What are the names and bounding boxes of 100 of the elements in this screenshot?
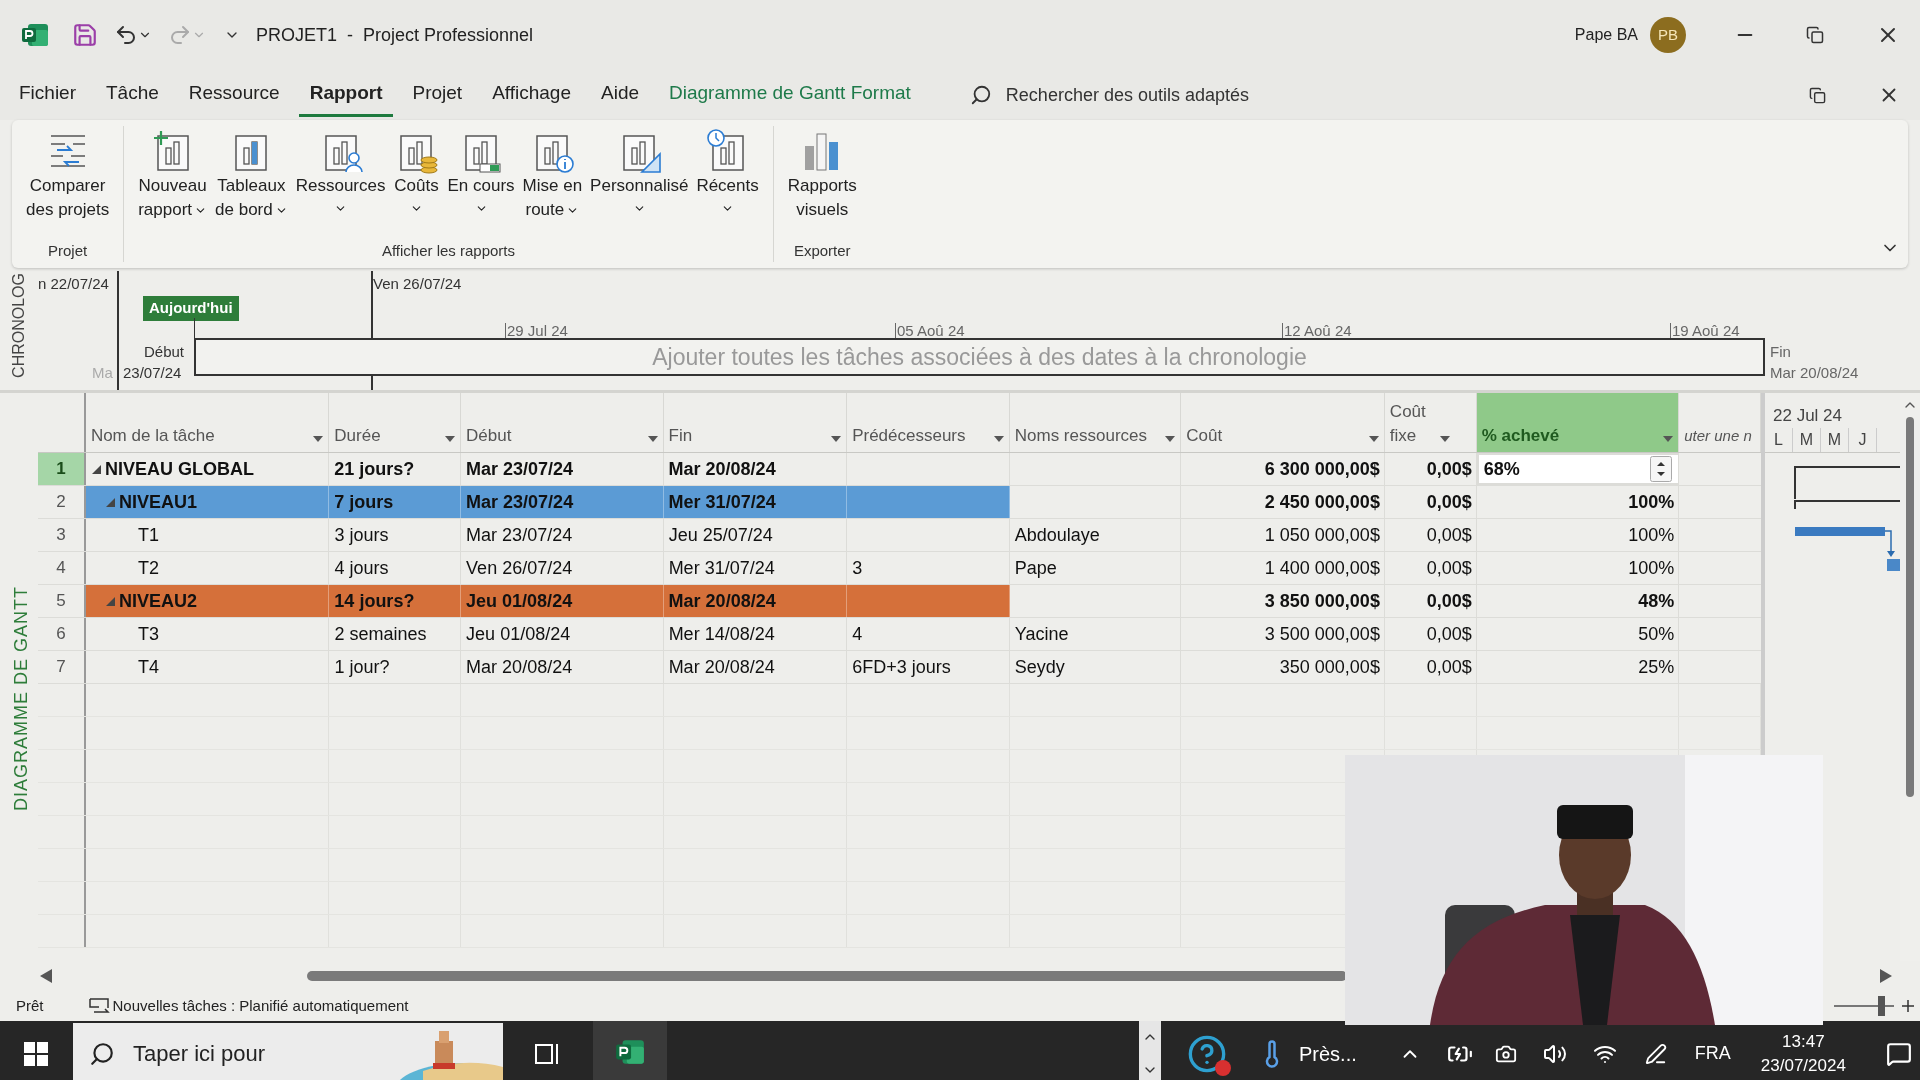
table-cell: 14 jours? <box>329 585 462 617</box>
horizontal-scrollbar[interactable] <box>307 971 1347 981</box>
scroll-right-icon[interactable] <box>1880 969 1892 983</box>
filter-arrow-icon[interactable] <box>647 436 658 442</box>
table-cell: Ven 26/07/24 <box>461 552 664 584</box>
table-cell: 1 jour? <box>329 651 462 683</box>
group-label: Projet <box>47 240 89 261</box>
column-header[interactable]: Début <box>461 393 664 452</box>
collapse-triangle-icon[interactable] <box>91 464 101 474</box>
taskbar-search-field[interactable]: Taper ici pour <box>73 1022 503 1080</box>
save-icon[interactable] <box>72 22 98 48</box>
ribbon-button[interactable]: Comparer des projets <box>22 126 114 222</box>
zoom-in-icon[interactable] <box>1902 1000 1914 1012</box>
table-cell: Jeu 25/07/24 <box>663 519 848 551</box>
ribbon-button[interactable]: Récents <box>692 126 763 215</box>
taskbar-app-button[interactable] <box>593 1021 667 1080</box>
windows-start-icon[interactable] <box>24 1041 48 1066</box>
ribbon-button[interactable]: Ressources <box>291 126 390 215</box>
ribbon-button[interactable]: Coûts <box>389 126 444 215</box>
filter-arrow-icon[interactable] <box>313 436 324 442</box>
table-cell: 0,00$ <box>1384 486 1477 518</box>
group-label: Exporter <box>792 240 852 261</box>
table-cell: 0,00$ <box>1384 618 1477 650</box>
menu-tab[interactable]: Projet <box>401 73 474 117</box>
filter-arrow-icon[interactable] <box>993 436 1004 442</box>
clock-date[interactable]: 23/07/2024 <box>1760 1053 1846 1078</box>
column-header[interactable]: Coût fixe <box>1384 393 1477 452</box>
ribbon-button[interactable]: Rapports visuels <box>783 126 861 222</box>
table-cell: 7 jours <box>329 486 462 518</box>
ribbon-button[interactable]: Personnalisé <box>586 126 693 215</box>
menu-tab[interactable]: Aide <box>590 73 651 117</box>
column-header[interactable]: Fin <box>663 393 848 452</box>
percent-input[interactable]: 68% <box>1476 453 1680 485</box>
column-header[interactable]: Durée <box>329 393 461 452</box>
filter-arrow-icon[interactable] <box>1165 436 1176 442</box>
group-label: Afficher les rapports <box>380 240 517 261</box>
table-cell: 6 300 000,00$ <box>1181 453 1385 485</box>
table-cell: Mar 20/08/24 <box>663 651 848 683</box>
task-view-icon[interactable] <box>535 1041 561 1066</box>
filter-arrow-icon[interactable] <box>1663 436 1674 442</box>
row-number[interactable]: 7 <box>38 651 86 683</box>
notifications-icon[interactable] <box>1885 1040 1912 1067</box>
menu-tab[interactable]: Diagramme de Gantt Format <box>658 73 922 117</box>
table-cell: 100% <box>1476 519 1680 551</box>
row-number[interactable]: 3 <box>38 519 86 551</box>
filter-arrow-icon[interactable] <box>1368 436 1379 442</box>
filter-arrow-icon[interactable] <box>831 436 842 442</box>
column-header[interactable]: Coût <box>1181 393 1385 452</box>
weather-widget-text[interactable]: Près... <box>1299 1038 1357 1069</box>
table-cell: 48% <box>1476 585 1680 617</box>
ribbon-button[interactable]: Mise en route <box>518 126 587 222</box>
table-cell: Jeu 01/08/24 <box>461 585 664 617</box>
menu-tab[interactable]: Tâche <box>95 73 170 117</box>
ribbon-button[interactable]: Tableaux de bord <box>211 126 292 222</box>
table-cell: Mar 20/08/24 <box>663 453 848 485</box>
table-cell: Yacine <box>1009 618 1182 650</box>
table-cell: T1 <box>85 519 330 551</box>
timeline-side-label: CHRONOLOG <box>9 273 28 378</box>
menu-tab[interactable]: Ressource <box>177 73 291 117</box>
spinner-icon[interactable] <box>1650 456 1673 482</box>
ribbon-button[interactable]: En cours <box>443 126 519 215</box>
zoom-slider[interactable] <box>1834 996 1894 1016</box>
help-icon[interactable] <box>1187 1033 1227 1074</box>
menu-tab[interactable]: Affichage <box>481 73 582 117</box>
row-number[interactable]: 6 <box>38 618 86 650</box>
column-header[interactable]: Nom de la tâche <box>85 393 330 452</box>
table-cell: 6FD+3 jours <box>847 651 1010 683</box>
ribbon-button[interactable]: Nouveau rapport <box>134 126 212 222</box>
table-cell: NIVEAU2 <box>85 585 330 617</box>
table-cell: NIVEAU1 <box>85 486 330 518</box>
undo-icon[interactable] <box>114 23 138 47</box>
pen-icon[interactable] <box>1644 1042 1667 1065</box>
table-cell: 1 050 000,00$ <box>1181 519 1385 551</box>
clock-time[interactable]: 13:47 <box>1782 1029 1825 1054</box>
filter-arrow-icon[interactable] <box>1439 436 1450 442</box>
menu-tab[interactable]: Rapport <box>298 73 394 117</box>
row-number[interactable]: 4 <box>38 552 86 584</box>
timeline-start-label: Début <box>144 342 185 362</box>
table-cell: Mar 23/07/24 <box>461 453 664 485</box>
scroll-left-icon[interactable] <box>40 969 52 983</box>
status-text[interactable]: Nouvelles tâches : Planifié automatiquement <box>112 994 409 1018</box>
column-header[interactable]: Noms ressources <box>1009 393 1182 452</box>
language-indicator[interactable]: FRA <box>1694 1040 1731 1067</box>
column-header[interactable]: % achevé <box>1476 393 1680 452</box>
search-icon[interactable] <box>969 84 992 106</box>
row-number[interactable]: 1 <box>38 453 86 485</box>
column-header[interactable]: Prédécesseurs <box>847 393 1010 452</box>
restore-icon[interactable] <box>1809 86 1826 104</box>
filter-arrow-icon[interactable] <box>445 436 455 442</box>
table-cell: 50% <box>1476 618 1680 650</box>
table-cell: T4 <box>85 651 330 683</box>
restore-icon[interactable] <box>1806 26 1824 44</box>
table-cell: T2 <box>85 552 330 584</box>
table-cell: Mar 20/08/24 <box>663 585 848 617</box>
table-cell: 350 000,00$ <box>1181 651 1385 683</box>
menu-tab[interactable]: Fichier <box>8 73 87 117</box>
search-field[interactable]: Rechercher des outils adaptés <box>1005 81 1249 109</box>
user-avatar[interactable]: PB <box>1650 17 1686 53</box>
table-cell: 3 500 000,00$ <box>1181 618 1385 650</box>
zoom-slider-thumb[interactable] <box>1878 996 1885 1016</box>
